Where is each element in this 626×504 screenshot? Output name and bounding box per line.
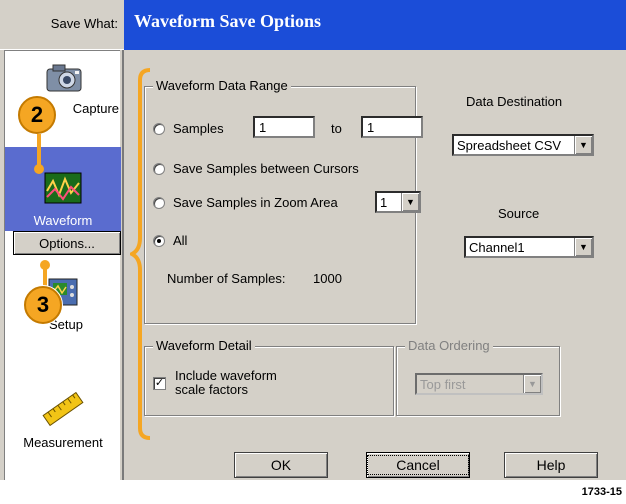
figure-id: 1733-15	[581, 486, 622, 498]
save-what-label: Save What:	[0, 0, 124, 50]
samples-from-input[interactable]: 1	[253, 116, 315, 138]
samples-to-input[interactable]: 1	[361, 116, 423, 138]
zoom-area-label: Save Samples in Zoom Area	[173, 195, 338, 210]
nav-label-waveform: Waveform	[33, 213, 93, 228]
between-cursors-label: Save Samples between Cursors	[173, 161, 359, 176]
number-of-samples-label: Number of Samples:	[167, 271, 286, 286]
dialog-title: Waveform Save Options	[124, 0, 626, 50]
nav-item-waveform[interactable]: Waveform	[5, 147, 121, 231]
nav-label-setup: Setup	[49, 317, 83, 332]
chevron-down-icon[interactable]: ▼	[574, 136, 592, 154]
samples-radio[interactable]	[153, 122, 165, 135]
samples-radio-row[interactable]: Samples	[153, 121, 224, 136]
source-value: Channel1	[469, 240, 525, 255]
data-ordering-value: Top first	[420, 377, 466, 392]
nav-item-measurement[interactable]: Measurement	[5, 385, 121, 475]
highlight-bracket	[130, 68, 151, 440]
ordering-group-title: Data Ordering	[405, 338, 493, 353]
range-group-title: Waveform Data Range	[153, 78, 291, 93]
help-button[interactable]: Help	[504, 452, 598, 478]
data-ordering-select: Top first ▼	[415, 373, 543, 395]
cancel-button[interactable]: Cancel	[366, 452, 470, 478]
between-cursors-radio[interactable]	[153, 162, 165, 175]
data-destination-select[interactable]: Spreadsheet CSV ▼	[452, 134, 594, 156]
nav-label-measurement: Measurement	[23, 435, 103, 450]
data-ordering-group: Data Ordering Top first ▼	[396, 338, 560, 416]
all-radio[interactable]	[153, 234, 165, 247]
screenshot-stage: Save What: Capture Waveform Setup Measur…	[0, 0, 626, 504]
callout-3-leader	[43, 264, 47, 286]
camera-icon	[46, 64, 82, 92]
zoom-area-select[interactable]: 1 ▼	[375, 191, 421, 213]
ruler-icon	[42, 391, 84, 427]
chevron-down-icon[interactable]: ▼	[574, 238, 592, 256]
chevron-down-icon[interactable]: ▼	[401, 193, 419, 211]
data-destination-value: Spreadsheet CSV	[457, 138, 562, 153]
options-button[interactable]: Options...	[13, 231, 121, 255]
waveform-icon	[44, 172, 82, 204]
zoom-area-value: 1	[380, 195, 388, 210]
waveform-data-range-group: Waveform Data Range Samples 1 to 1 Save …	[144, 78, 423, 324]
samples-label: Samples	[173, 121, 224, 136]
callout-step-2: 2	[18, 96, 56, 134]
nav-item-setup[interactable]: Setup	[5, 271, 121, 351]
between-cursors-radio-row[interactable]: Save Samples between Cursors	[153, 161, 359, 176]
include-scale-line2: scale factors	[175, 382, 248, 397]
ok-button[interactable]: OK	[234, 452, 328, 478]
all-radio-row[interactable]: All	[153, 233, 187, 248]
include-scale-checkbox[interactable]: ✓	[153, 377, 166, 390]
waveform-detail-group: Waveform Detail ✓ Include waveform scale…	[144, 338, 394, 416]
zoom-area-radio-row[interactable]: Save Samples in Zoom Area	[153, 195, 338, 210]
include-scale-line1: Include waveform	[175, 368, 277, 383]
number-of-samples-value: 1000	[313, 271, 342, 286]
source-select[interactable]: Channel1 ▼	[464, 236, 594, 258]
detail-group-title: Waveform Detail	[153, 338, 255, 353]
cancel-button-label: Cancel	[367, 455, 469, 475]
callout-2-dot	[34, 164, 44, 174]
all-label: All	[173, 233, 188, 248]
callout-step-3: 3	[24, 286, 62, 324]
include-scale-label: Include waveform scale factors	[175, 369, 277, 397]
zoom-area-radio[interactable]	[153, 196, 165, 209]
data-destination-label: Data Destination	[466, 94, 563, 109]
save-what-panel: Save What: Capture Waveform Setup Measur…	[0, 0, 124, 480]
waveform-save-options-dialog: Waveform Save Options Waveform Data Rang…	[124, 0, 626, 480]
chevron-down-icon: ▼	[523, 375, 541, 393]
to-label: to	[331, 121, 342, 136]
source-label: Source	[498, 206, 540, 221]
